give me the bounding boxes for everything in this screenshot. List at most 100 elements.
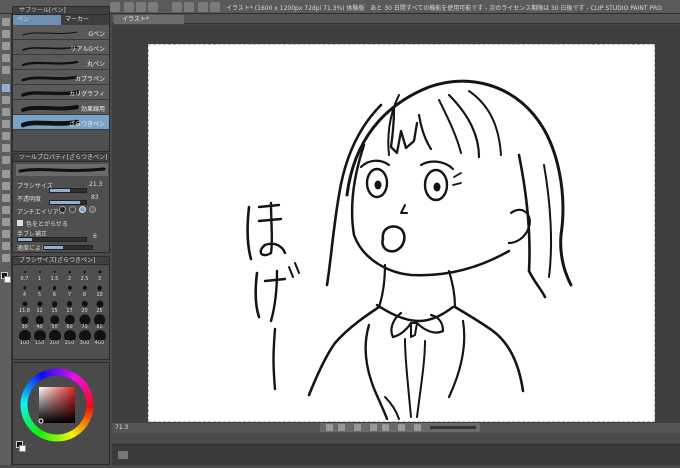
brush-item[interactable]: 丸ペン bbox=[13, 55, 109, 70]
pencil-tool-icon[interactable] bbox=[2, 96, 10, 104]
brush-size-cell[interactable]: 20 bbox=[77, 300, 92, 314]
subtool-panel: サブツール[ペン] ペン マーカー Gペン リアルGペン 丸ペン カブラペン カリグラフ… bbox=[12, 6, 110, 152]
canvas-paper[interactable] bbox=[148, 44, 655, 422]
brush-size-cell[interactable]: 50 bbox=[47, 315, 62, 330]
zoom-readout[interactable]: 71.3 bbox=[115, 424, 128, 431]
brush-size-cell[interactable]: 4 bbox=[17, 284, 32, 298]
blend-tool-icon[interactable] bbox=[2, 156, 10, 164]
status-icon[interactable] bbox=[118, 451, 128, 459]
tab-pen[interactable]: ペン bbox=[13, 15, 61, 25]
transform-icon[interactable] bbox=[210, 2, 220, 12]
color-wheel[interactable] bbox=[13, 363, 111, 466]
brush-size-cell[interactable]: 7 bbox=[62, 284, 77, 298]
pressure-checkbox[interactable] bbox=[17, 220, 23, 226]
brush-size-cell[interactable]: 0.7 bbox=[17, 268, 32, 282]
save-icon[interactable] bbox=[148, 2, 158, 12]
brush-size-cell[interactable]: 25 bbox=[92, 300, 107, 314]
correct-line-tool-icon[interactable] bbox=[2, 254, 10, 262]
selection-tool-icon[interactable] bbox=[2, 54, 10, 62]
rotate-left-icon[interactable] bbox=[370, 424, 377, 431]
tab-marker[interactable]: マーカー bbox=[61, 15, 109, 25]
brush-size-dot bbox=[21, 301, 28, 307]
redo-icon[interactable] bbox=[184, 2, 194, 12]
app-icon[interactable] bbox=[110, 2, 120, 12]
brush-size-cell[interactable]: 60 bbox=[62, 314, 77, 330]
speed-slider[interactable] bbox=[43, 245, 93, 250]
brush-size-dot bbox=[97, 285, 102, 291]
new-file-icon[interactable] bbox=[124, 2, 134, 12]
gradient-tool-icon[interactable] bbox=[2, 182, 10, 190]
brush-size-cell[interactable]: 1 bbox=[32, 268, 47, 282]
brush-item[interactable]: カブラペン bbox=[13, 70, 109, 85]
text-tool-icon[interactable] bbox=[2, 230, 10, 238]
brush-size-cell[interactable]: 30 bbox=[17, 316, 32, 330]
brush-size-label: 100 bbox=[19, 340, 30, 346]
antialias-weak-button[interactable] bbox=[69, 206, 76, 213]
navigation-slider[interactable] bbox=[430, 426, 476, 429]
brush-size-cell[interactable]: 3 bbox=[92, 268, 107, 282]
brush-size-dot bbox=[36, 301, 43, 307]
brush-item[interactable]: リアルGペン bbox=[13, 40, 109, 55]
operation-tool-icon[interactable] bbox=[2, 42, 10, 50]
brush-size-slider[interactable] bbox=[49, 188, 87, 193]
fit-icon[interactable] bbox=[354, 424, 361, 431]
flip-icon[interactable] bbox=[398, 424, 405, 431]
brush-size-cell[interactable]: 5 bbox=[32, 284, 47, 298]
brush-size-cell[interactable]: 300 bbox=[77, 330, 92, 346]
panel-sub-color-swatch[interactable] bbox=[19, 445, 26, 452]
rotate-right-icon[interactable] bbox=[382, 424, 389, 431]
brush-size-cell[interactable]: 250 bbox=[62, 330, 77, 346]
frame-tool-icon[interactable] bbox=[2, 206, 10, 214]
brush-size-cell[interactable]: 17 bbox=[62, 300, 77, 314]
zoom-out-icon[interactable] bbox=[326, 424, 333, 431]
canvas-tab[interactable]: イラスト* bbox=[114, 15, 184, 24]
balloon-tool-icon[interactable] bbox=[2, 242, 10, 250]
brush-item[interactable]: Gペン bbox=[13, 25, 109, 40]
zoom-in-icon[interactable] bbox=[338, 424, 345, 431]
brush-size-cell[interactable]: 10 bbox=[92, 284, 107, 298]
brush-size-label: 25 bbox=[96, 308, 103, 314]
fill-tool-icon[interactable] bbox=[2, 170, 10, 178]
brush-tool-icon[interactable] bbox=[2, 108, 10, 116]
ruler-tool-icon[interactable] bbox=[2, 218, 10, 226]
antialias-strong-button[interactable] bbox=[89, 206, 96, 213]
brush-size-cell[interactable]: 12 bbox=[32, 300, 47, 314]
clear-icon[interactable] bbox=[198, 2, 208, 12]
brush-item[interactable]: 効果線用 bbox=[13, 100, 109, 115]
eraser-tool-icon[interactable] bbox=[2, 144, 10, 152]
open-file-icon[interactable] bbox=[136, 2, 146, 12]
brush-size-cell[interactable]: 100 bbox=[17, 330, 32, 346]
pen-tool-icon[interactable] bbox=[2, 84, 10, 92]
brush-size-dot bbox=[82, 285, 87, 291]
stabilization-slider[interactable] bbox=[17, 237, 87, 242]
brush-size-cell[interactable]: 150 bbox=[32, 330, 47, 346]
brush-size-dot bbox=[83, 270, 86, 274]
brush-size-cell[interactable]: 70 bbox=[77, 314, 92, 330]
move-tool-icon[interactable] bbox=[2, 30, 10, 38]
brush-item[interactable]: カリグラフィ bbox=[13, 85, 109, 100]
undo-icon[interactable] bbox=[172, 2, 182, 12]
antialias-medium-button[interactable] bbox=[79, 206, 86, 213]
brush-size-cell[interactable]: 1.5 bbox=[47, 268, 62, 282]
brush-size-cell[interactable]: 11.8 bbox=[17, 300, 32, 314]
brush-size-cell[interactable]: 2.5 bbox=[77, 268, 92, 282]
brush-size-value: 21.3 bbox=[89, 181, 103, 188]
brush-size-cell[interactable]: 400 bbox=[92, 330, 107, 346]
brush-size-cell[interactable]: 15 bbox=[47, 300, 62, 314]
eyedropper-tool-icon[interactable] bbox=[2, 66, 10, 74]
brush-size-cell[interactable]: 2 bbox=[62, 268, 77, 282]
zoom-tool-icon[interactable] bbox=[2, 18, 10, 26]
decoration-tool-icon[interactable] bbox=[2, 132, 10, 140]
brush-size-cell[interactable]: 80 bbox=[92, 314, 107, 330]
opacity-slider[interactable] bbox=[49, 200, 87, 205]
figure-tool-icon[interactable] bbox=[2, 194, 10, 202]
sub-color-swatch[interactable] bbox=[4, 276, 11, 283]
brush-size-cell[interactable]: 200 bbox=[47, 330, 62, 346]
brush-size-cell[interactable]: 40 bbox=[32, 315, 47, 330]
brush-size-cell[interactable]: 8 bbox=[77, 284, 92, 298]
reset-icon[interactable] bbox=[414, 424, 421, 431]
brush-item[interactable]: ざらつきペン bbox=[13, 115, 109, 130]
antialias-none-button[interactable] bbox=[59, 206, 66, 213]
brush-size-cell[interactable]: 6 bbox=[47, 284, 62, 298]
airbrush-tool-icon[interactable] bbox=[2, 120, 10, 128]
